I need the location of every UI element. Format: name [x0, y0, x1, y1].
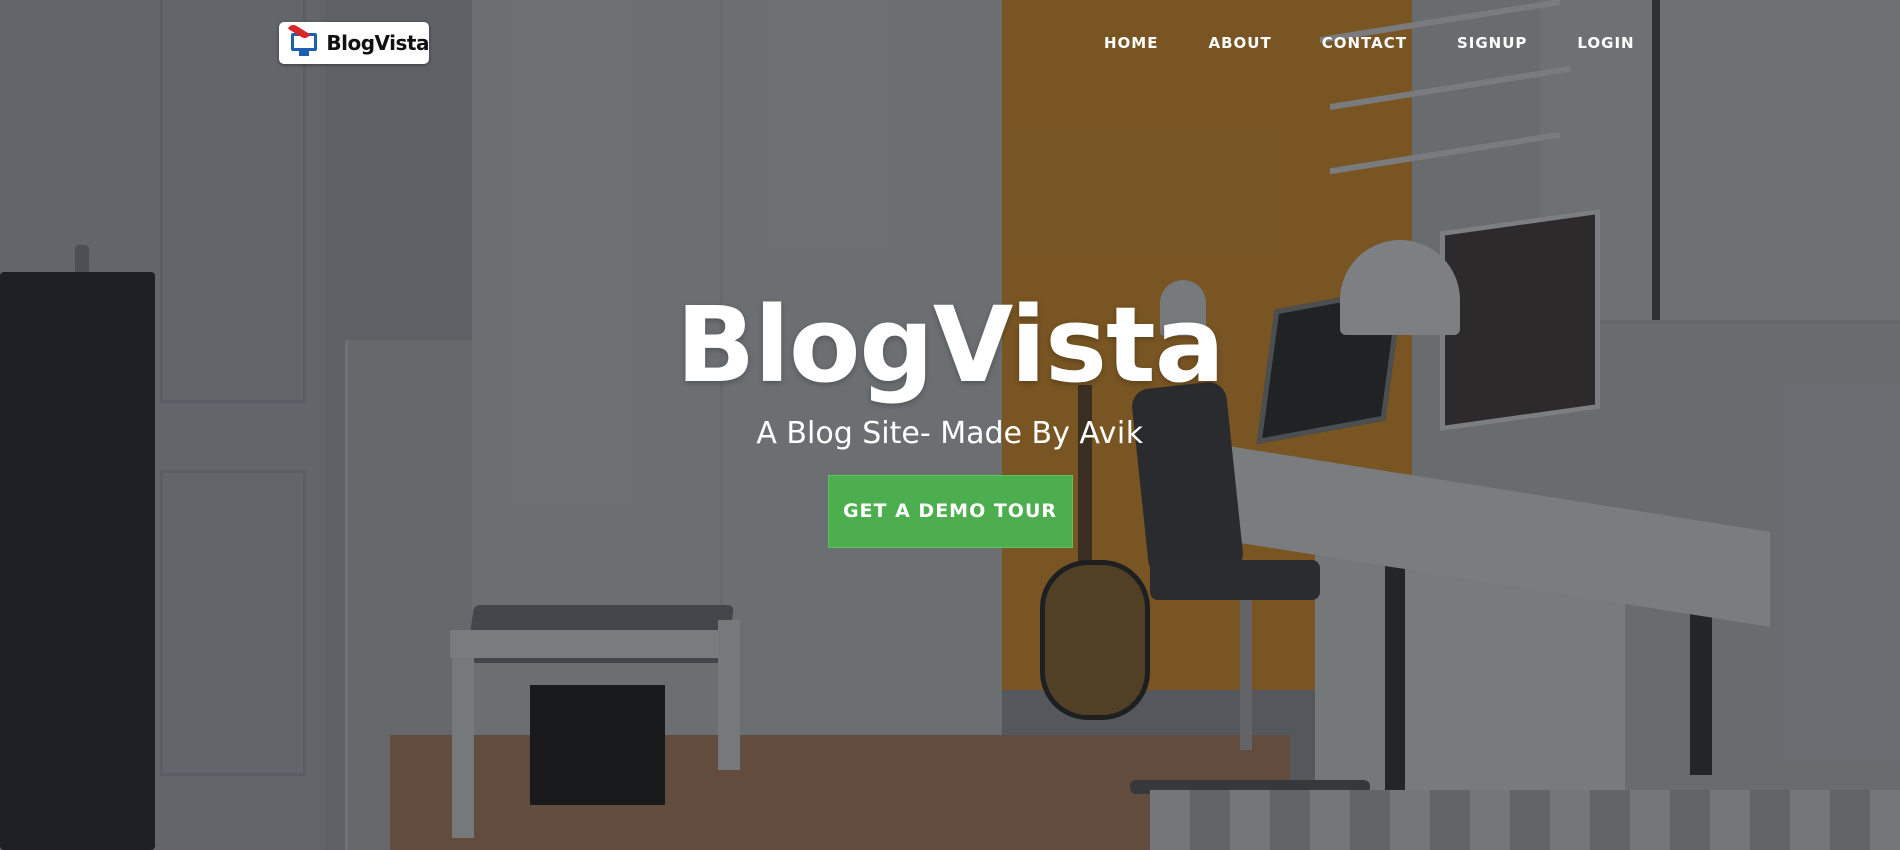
- nav-about-link[interactable]: ABOUT: [1208, 33, 1271, 53]
- brand-logo[interactable]: BlogVista: [279, 22, 429, 64]
- hero-subtitle: A Blog Site- Made By Avik: [0, 414, 1900, 454]
- brand-name: BlogVista: [326, 31, 429, 55]
- nav-signup-link[interactable]: SIGNUP: [1457, 33, 1527, 53]
- nav-login-link[interactable]: LOGIN: [1577, 33, 1634, 53]
- hero-section: BlogVista HOME ABOUT CONTACT SIGNUP LOGI…: [0, 0, 1900, 850]
- navbar: BlogVista HOME ABOUT CONTACT SIGNUP LOGI…: [0, 0, 1900, 90]
- monitor-with-feather-icon: [287, 22, 320, 58]
- nav-home-link[interactable]: HOME: [1104, 33, 1158, 53]
- nav-menu: HOME ABOUT CONTACT SIGNUP LOGIN: [1104, 33, 1635, 53]
- hero-title: BlogVista: [676, 284, 1225, 406]
- hero-subtitle-author: Avik: [1079, 416, 1144, 451]
- hero-subtitle-text: A Blog Site- Made By: [756, 416, 1080, 451]
- hero-content: BlogVista A Blog Site- Made By Avik GET …: [0, 280, 1900, 548]
- nav-contact-link[interactable]: CONTACT: [1322, 33, 1407, 53]
- demo-tour-button[interactable]: GET A DEMO TOUR: [827, 475, 1073, 548]
